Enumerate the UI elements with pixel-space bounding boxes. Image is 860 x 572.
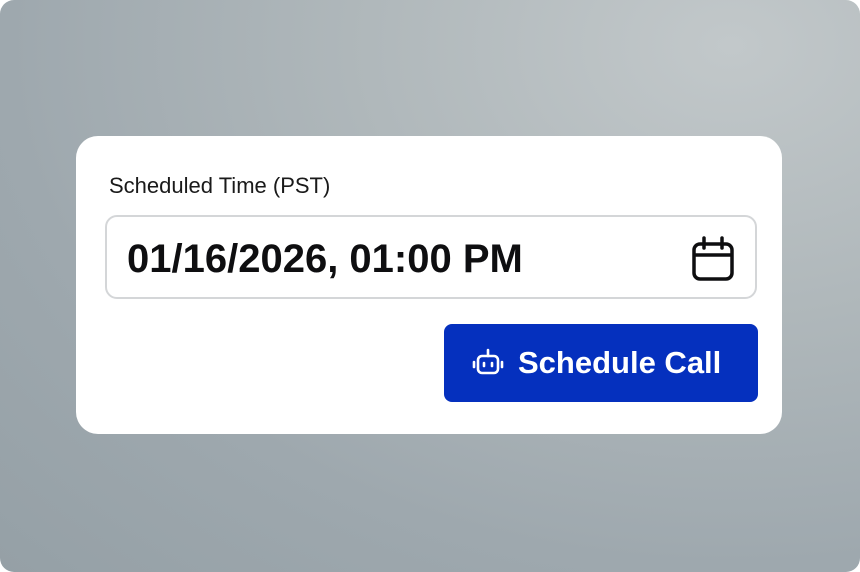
calendar-icon[interactable] xyxy=(691,236,735,282)
schedule-card: Scheduled Time (PST) 01/16/2026, 01:00 P… xyxy=(76,136,782,434)
scheduled-time-label: Scheduled Time (PST) xyxy=(109,173,331,198)
page-background: Scheduled Time (PST) 01/16/2026, 01:00 P… xyxy=(0,0,860,572)
datetime-value: 01/16/2026, 01:00 PM xyxy=(127,237,523,281)
bot-icon xyxy=(472,348,504,375)
schedule-call-button[interactable]: Schedule Call xyxy=(444,324,758,402)
schedule-call-label: Schedule Call xyxy=(518,345,722,380)
datetime-input[interactable]: 01/16/2026, 01:00 PM xyxy=(105,215,757,299)
